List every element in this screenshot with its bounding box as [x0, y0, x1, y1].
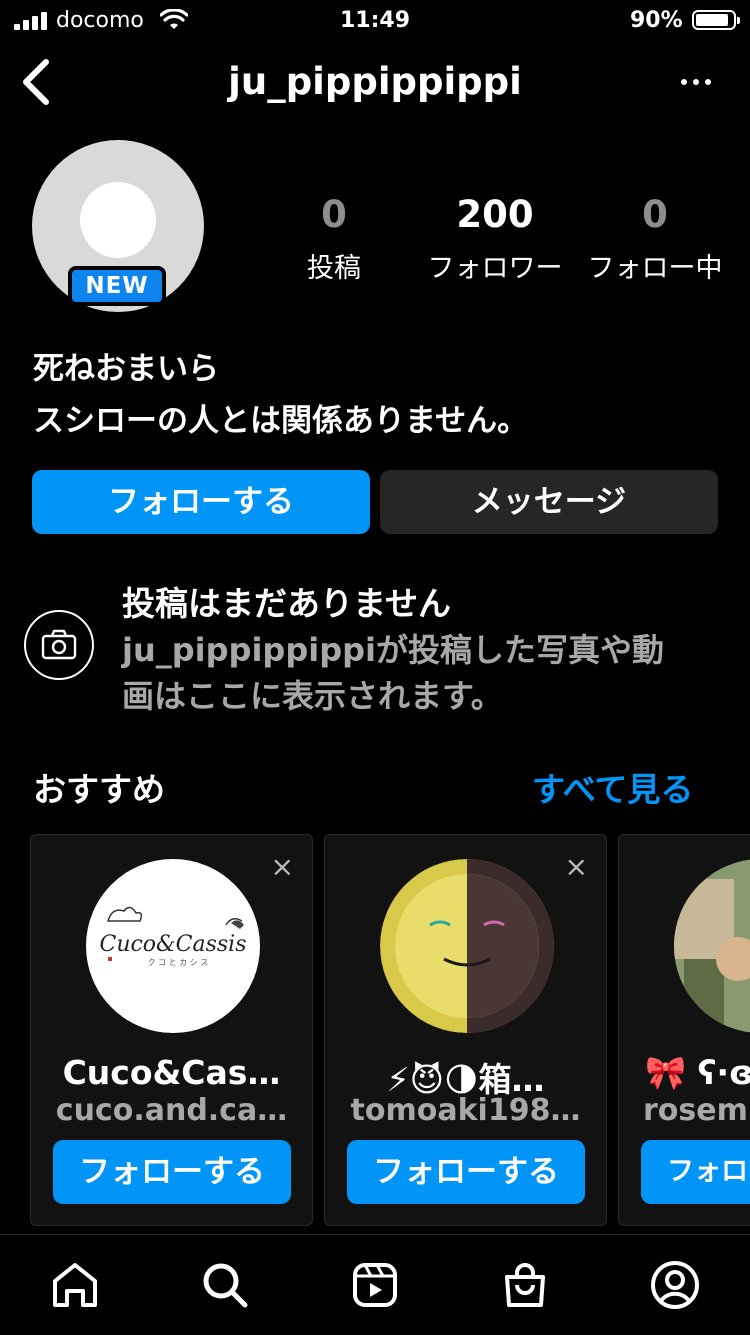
- reels-icon[interactable]: [347, 1257, 403, 1313]
- suggestion-avatar[interactable]: Cuco&Cassis ク コ と カ シ ス: [86, 859, 260, 1033]
- suggestion-follow-button[interactable]: フォローする: [347, 1140, 585, 1204]
- battery-icon: [692, 10, 740, 30]
- suggestion-username: tomoaki198…: [350, 1093, 581, 1128]
- following-count[interactable]: 0: [580, 193, 730, 236]
- suggestion-avatar[interactable]: [674, 859, 750, 1033]
- profile-username-title: ju_pippippippi: [228, 60, 522, 103]
- default-avatar-head: [80, 182, 156, 258]
- suggestion-card[interactable]: 🎀 ʕ·ɞ rosem フォロー: [618, 834, 750, 1226]
- shop-icon[interactable]: [497, 1257, 553, 1313]
- bottom-tab-bar: [0, 1234, 750, 1335]
- no-posts-desc-line-1: ju_pippippippiが投稿した写真や動: [122, 631, 664, 669]
- followers-label[interactable]: フォロワー: [420, 246, 570, 285]
- svg-text:Cuco&Cassis: Cuco&Cassis: [99, 932, 246, 957]
- see-all-link[interactable]: すべて見る: [532, 763, 693, 811]
- profile-icon[interactable]: [647, 1257, 703, 1313]
- no-posts-desc-line-2: 画はここに表示されます。: [122, 677, 503, 715]
- suggestion-name: 🎀 ʕ·ɞ: [645, 1053, 750, 1092]
- followers-count[interactable]: 200: [420, 193, 570, 236]
- no-posts-title: 投稿はまだありません: [122, 584, 452, 623]
- ellipsis-icon[interactable]: [676, 70, 716, 94]
- suggestion-name: Cuco&Cas…: [62, 1053, 281, 1092]
- person-photo-image: [674, 859, 750, 1033]
- suggestion-card[interactable]: × Cuco&Cassis ク コ と カ シ ス Cuco&Cas… cuco…: [30, 834, 313, 1226]
- bio-line-2: スシローの人とは関係ありません。: [33, 403, 529, 439]
- follow-button[interactable]: フォローする: [32, 470, 370, 534]
- sun-moon-face-image: [380, 859, 554, 1033]
- camera-icon: [24, 610, 94, 680]
- suggestion-follow-button[interactable]: フォローする: [53, 1140, 291, 1204]
- search-icon[interactable]: [197, 1257, 253, 1313]
- posts-count: 0: [321, 193, 347, 236]
- new-badge: NEW: [68, 266, 166, 306]
- suggestion-username: cuco.and.ca…: [55, 1093, 288, 1128]
- suggestion-avatar[interactable]: [380, 859, 554, 1033]
- posts-label: 投稿: [307, 253, 361, 284]
- suggestions-title: おすすめ: [33, 770, 165, 809]
- svg-text:ク コ と カ シ ス: ク コ と カ シ ス: [148, 958, 209, 967]
- cuco-cassis-logo: Cuco&Cassis ク コ と カ シ ス: [99, 906, 247, 967]
- home-icon[interactable]: [47, 1257, 103, 1313]
- close-icon[interactable]: ×: [271, 853, 294, 881]
- close-icon[interactable]: ×: [565, 853, 588, 881]
- suggestion-card[interactable]: × ⚡😈🌗箱… tomoaki198… フォローする: [324, 834, 607, 1226]
- bio-line-1: 死ねおまいら: [33, 351, 219, 387]
- suggestion-follow-button[interactable]: フォロー: [641, 1140, 750, 1204]
- following-label[interactable]: フォロー中: [580, 246, 730, 285]
- message-button[interactable]: メッセージ: [380, 470, 718, 534]
- no-posts-description: ju_pippippippiが投稿した写真や動 画はここに表示されます。: [122, 627, 742, 719]
- suggestion-username: rosem: [643, 1093, 748, 1128]
- battery-percent: 90%: [630, 8, 683, 33]
